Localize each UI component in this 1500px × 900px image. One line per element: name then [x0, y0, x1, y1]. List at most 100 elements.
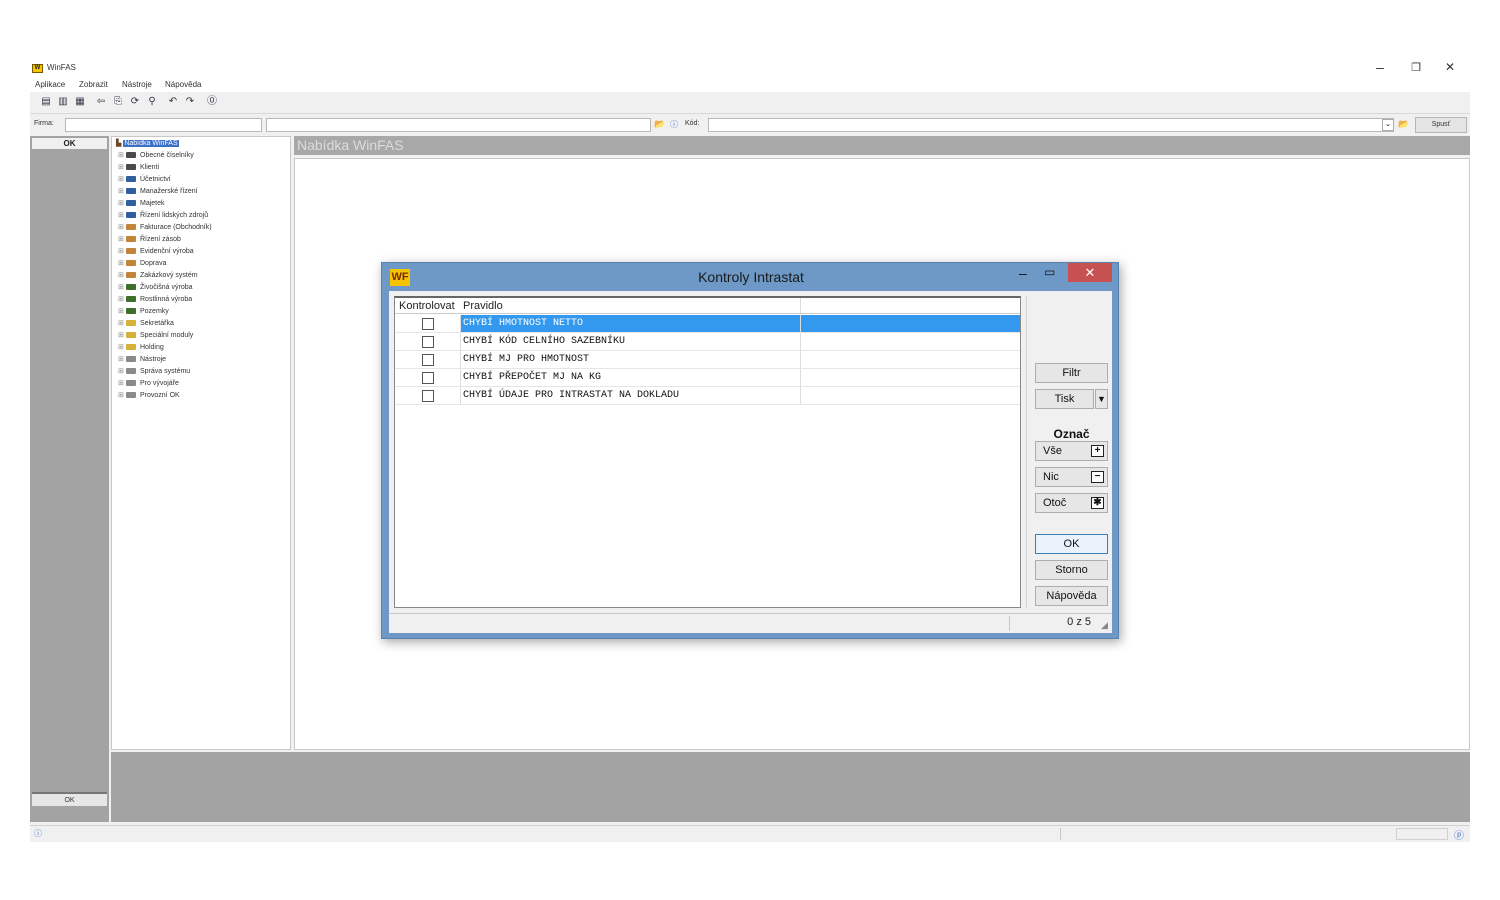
back-icon[interactable]: ⇦	[94, 95, 108, 109]
table-row[interactable]: CHYBÍ MJ PRO HMOTNOST	[395, 351, 1020, 369]
expand-icon[interactable]: ⊞	[118, 211, 126, 219]
menu-aplikace[interactable]: Aplikace	[35, 80, 65, 89]
tree-item[interactable]: ⊞ Fakturace (Obchodník)	[118, 223, 212, 235]
firma-name-field[interactable]	[266, 118, 651, 132]
info-icon[interactable]: ⓘ	[670, 119, 678, 130]
tree-item[interactable]: ⊞ Speciální moduly	[118, 331, 193, 343]
spust-button[interactable]: Spusť	[1415, 117, 1467, 133]
tree-item[interactable]: ⊞ Majetek	[118, 199, 165, 211]
tree-root[interactable]: ▙ Nabídka WinFAS	[116, 139, 179, 147]
tisk-split-button: Tisk ▼	[1035, 389, 1108, 409]
tree-item[interactable]: ⊞ Řízení zásob	[118, 235, 181, 247]
expand-icon[interactable]: ⊞	[118, 283, 126, 291]
expand-icon[interactable]: ⊞	[118, 295, 126, 303]
refresh-icon[interactable]: ⟳	[128, 95, 142, 109]
napoveda-button[interactable]: Nápověda	[1035, 586, 1108, 606]
table-row[interactable]: CHYBÍ KÓD CELNÍHO SAZEBNÍKU	[395, 333, 1020, 351]
ok-top-button[interactable]: OK	[32, 138, 107, 149]
status-bar: ⓘ ⓟ	[30, 825, 1470, 842]
kontrolovat-checkbox[interactable]	[422, 390, 434, 402]
select-all-button[interactable]: Vše +	[1035, 441, 1108, 461]
ok-bottom-button[interactable]: OK	[32, 792, 107, 806]
tisk-button[interactable]: Tisk	[1035, 389, 1094, 409]
tisk-dropdown-icon[interactable]: ▼	[1095, 389, 1108, 409]
help-icon[interactable]: ⓟ	[1454, 827, 1464, 842]
window-cascade-icon[interactable]: ▥	[56, 95, 70, 109]
tree-item[interactable]: ⊞ Pro vývojáře	[118, 379, 179, 391]
copy-icon[interactable]: ⎘	[111, 95, 125, 109]
kontrolovat-checkbox[interactable]	[422, 336, 434, 348]
tree-item[interactable]: ⊞ Pozemky	[118, 307, 169, 319]
tree-item[interactable]: ⊞ Holding	[118, 343, 164, 355]
expand-icon[interactable]: ⊞	[118, 367, 126, 375]
kontrolovat-checkbox[interactable]	[422, 372, 434, 384]
expand-icon[interactable]: ⊞	[118, 247, 126, 255]
column-pravidlo[interactable]: Pravidlo	[463, 300, 503, 312]
expand-icon[interactable]: ⊞	[118, 391, 126, 399]
table-row[interactable]: CHYBÍ ÚDAJE PRO INTRASTAT NA DOKLADU	[395, 387, 1020, 405]
tree-item[interactable]: ⊞ Sekretářka	[118, 319, 174, 331]
expand-icon[interactable]: ⊞	[118, 343, 126, 351]
kontrolovat-checkbox[interactable]	[422, 354, 434, 366]
minimize-button[interactable]: –	[1370, 59, 1390, 75]
expand-icon[interactable]: ⊞	[118, 271, 126, 279]
tree-item-label: Evidenční výroba	[140, 248, 194, 255]
help-icon[interactable]: ⓪	[205, 95, 219, 109]
kod-field[interactable]	[708, 118, 1394, 132]
expand-icon[interactable]: ⊞	[118, 199, 126, 207]
tree-item[interactable]: ⊞ Řízení lidských zdrojů	[118, 211, 208, 223]
menu-nastroje[interactable]: Nástroje	[122, 80, 152, 89]
undo-icon[interactable]: ↶	[166, 95, 180, 109]
tree-item[interactable]: ⊞ Živočišná výroba	[118, 283, 193, 295]
menu-napoveda[interactable]: Nápověda	[165, 80, 201, 89]
dialog-minimize-button[interactable]: –	[1019, 265, 1033, 281]
expand-icon[interactable]: ⊞	[118, 151, 126, 159]
tree-item[interactable]: ⊞ Klienti	[118, 163, 159, 175]
tree-item[interactable]: ⊞ Rostlinná výroba	[118, 295, 192, 307]
tree-item[interactable]: ⊞ Správa systému	[118, 367, 190, 379]
kontrolovat-checkbox[interactable]	[422, 318, 434, 330]
tree-item[interactable]: ⊞ Provozní OK	[118, 391, 180, 403]
redo-icon[interactable]: ↷	[183, 95, 197, 109]
tree-item[interactable]: ⊞ Manažerské řízení	[118, 187, 198, 199]
tree-item[interactable]: ⊞ Doprava	[118, 259, 166, 271]
tree-item[interactable]: ⊞ Účetnictví	[118, 175, 171, 187]
kod-dropdown-icon[interactable]: ⌄	[1382, 119, 1394, 131]
dialog-close-button[interactable]: ✕	[1068, 263, 1112, 282]
expand-icon[interactable]: ⊞	[118, 187, 126, 195]
dialog-maximize-button[interactable]: ▭	[1044, 265, 1058, 279]
tree-item[interactable]: ⊞ Zakázkový systém	[118, 271, 198, 283]
expand-icon[interactable]: ⊞	[118, 307, 126, 315]
filtr-button[interactable]: Filtr	[1035, 363, 1108, 383]
invert-selection-button[interactable]: Otoč ✱	[1035, 493, 1108, 513]
open-folder-icon[interactable]: 📂	[1398, 119, 1409, 130]
tree-item[interactable]: ⊞ Obecné číselníky	[118, 151, 194, 163]
tree-item[interactable]: ⊞ Nástroje	[118, 355, 166, 367]
expand-icon[interactable]: ⊞	[118, 223, 126, 231]
open-folder-icon[interactable]: 📂	[654, 119, 665, 130]
menu-zobrazit[interactable]: Zobrazit	[79, 80, 108, 89]
window-tile-icon[interactable]: ▤	[39, 95, 53, 109]
column-kontrolovat[interactable]: Kontrolovat	[399, 300, 455, 312]
expand-icon[interactable]: ⊞	[118, 319, 126, 327]
expand-icon[interactable]: ⊞	[118, 163, 126, 171]
firma-code-field[interactable]	[65, 118, 262, 132]
storno-button[interactable]: Storno	[1035, 560, 1108, 580]
window-layout-icon[interactable]: ▦	[73, 95, 87, 109]
ok-button[interactable]: OK	[1035, 534, 1108, 554]
expand-icon[interactable]: ⊞	[118, 235, 126, 243]
expand-icon[interactable]: ⊞	[118, 259, 126, 267]
resize-grip-icon[interactable]: ◢	[1101, 620, 1108, 631]
expand-icon[interactable]: ⊞	[118, 355, 126, 363]
expand-icon[interactable]: ⊞	[118, 331, 126, 339]
restore-button[interactable]: ❐	[1406, 61, 1426, 74]
select-none-button[interactable]: Nic −	[1035, 467, 1108, 487]
filter-icon[interactable]: ⚲	[145, 95, 159, 109]
close-button[interactable]: ✕	[1440, 60, 1460, 74]
table-row[interactable]: CHYBÍ HMOTNOST NETTO	[395, 315, 1020, 333]
expand-icon[interactable]: ⊞	[118, 379, 126, 387]
table-row[interactable]: CHYBÍ PŘEPOČET MJ NA KG	[395, 369, 1020, 387]
expand-icon[interactable]: ⊞	[118, 175, 126, 183]
books-icon: ▙	[116, 140, 122, 147]
tree-item[interactable]: ⊞ Evidenční výroba	[118, 247, 194, 259]
